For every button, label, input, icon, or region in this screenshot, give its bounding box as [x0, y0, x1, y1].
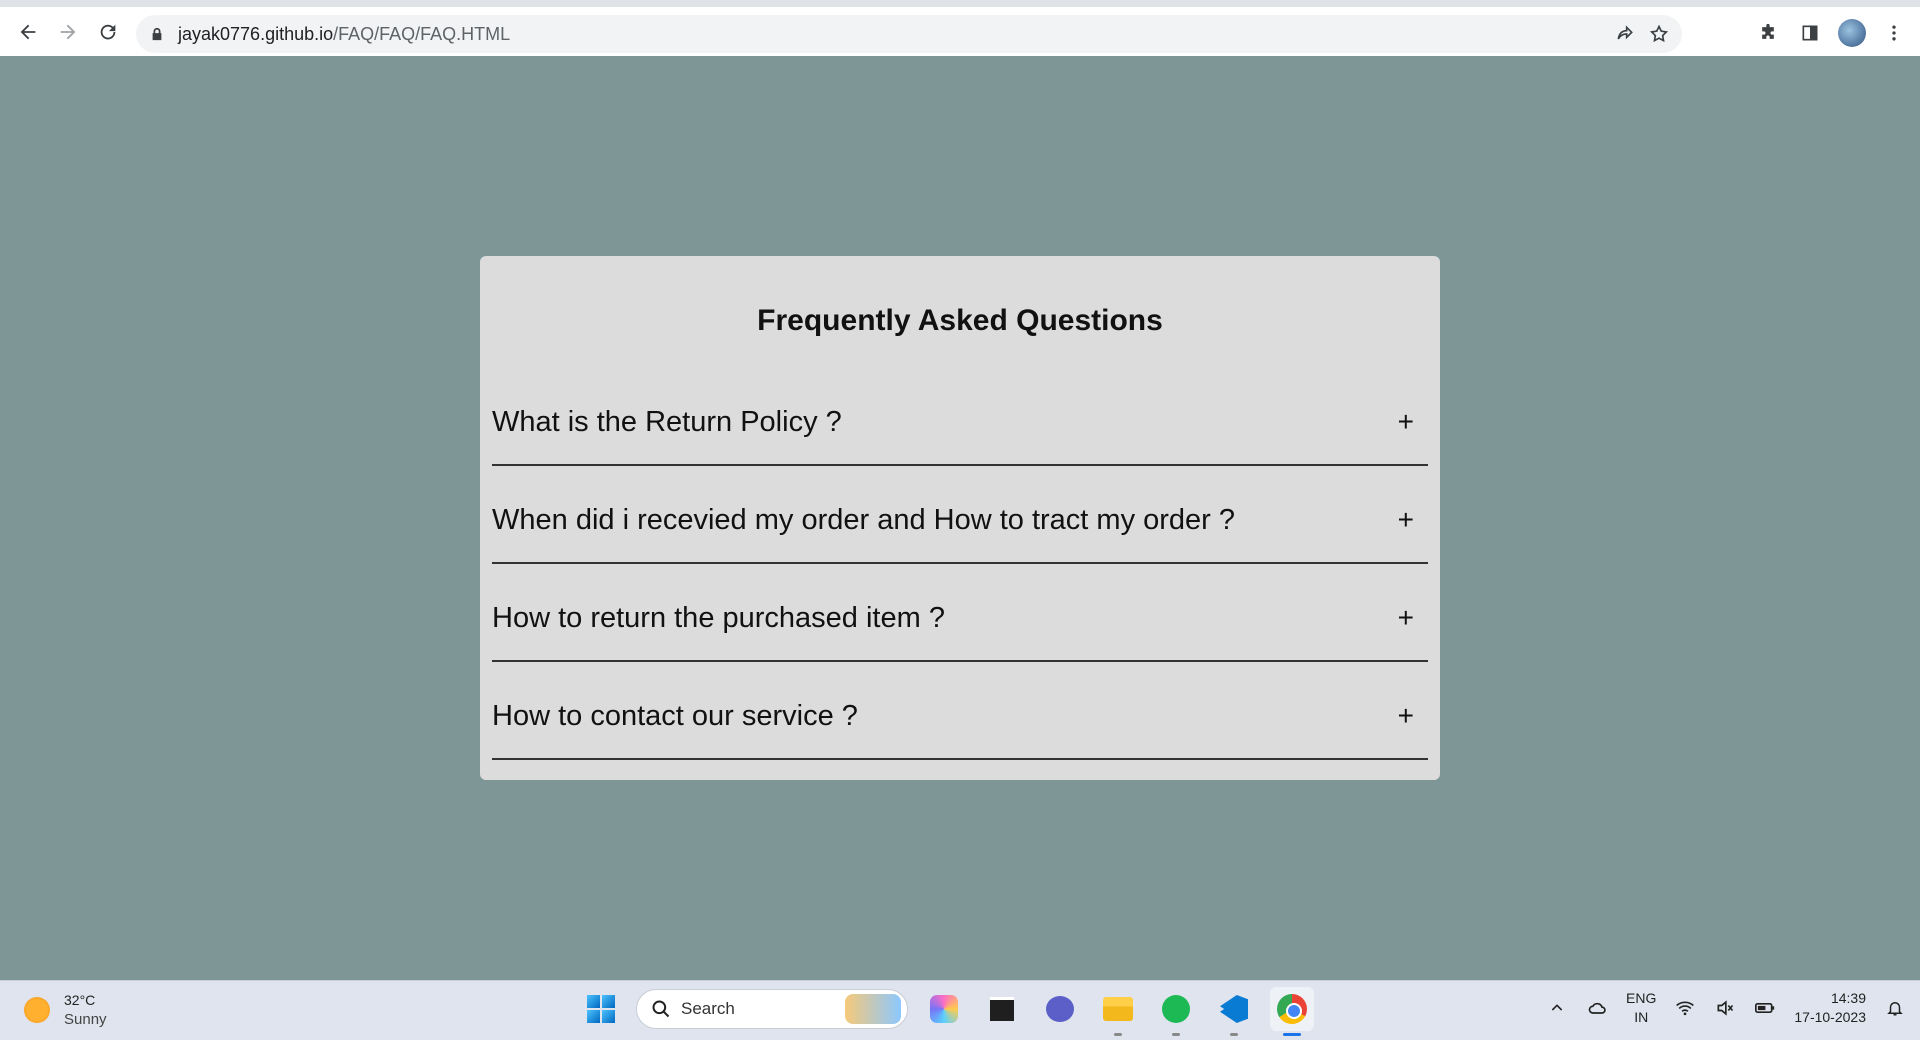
chrome-icon [1277, 994, 1307, 1024]
share-icon[interactable] [1612, 21, 1638, 47]
plus-icon[interactable]: + [1398, 504, 1414, 536]
volume-muted-icon[interactable] [1714, 997, 1736, 1019]
windows-start-icon[interactable] [580, 988, 622, 1030]
language-line1: ENG [1626, 990, 1657, 1006]
terminal-app[interactable] [980, 987, 1024, 1031]
taskbar-search[interactable]: Search [636, 989, 908, 1029]
menu-kebab-icon[interactable] [1876, 15, 1912, 51]
url-host: jayak0776.github.io [178, 23, 334, 44]
system-clock[interactable]: 14:39 17-10-2023 [1794, 989, 1866, 1027]
search-highlight-image [845, 994, 901, 1024]
sun-icon [24, 997, 50, 1023]
teams-icon [1046, 996, 1074, 1022]
faq-question: When did i recevied my order and How to … [492, 503, 1236, 536]
weather-condition: Sunny [64, 1011, 107, 1028]
wifi-icon[interactable] [1674, 997, 1696, 1019]
reload-button[interactable] [88, 12, 128, 52]
arrow-right-icon [60, 24, 76, 39]
chrome-app[interactable] [1270, 987, 1314, 1036]
weather-temp: 32°C [64, 992, 96, 1008]
spotify-icon [1162, 995, 1190, 1023]
plus-icon[interactable]: + [1398, 700, 1414, 732]
faq-question: How to contact our service ? [492, 699, 858, 732]
forward-button[interactable] [48, 12, 88, 52]
spotify-app[interactable] [1154, 987, 1198, 1036]
faq-item[interactable]: How to return the purchased item ? + [492, 564, 1428, 662]
address-bar[interactable]: jayak0776.github.io/FAQ/FAQ/FAQ.HTML [136, 15, 1682, 53]
lock-icon [152, 27, 162, 41]
faq-title: Frequently Asked Questions [757, 304, 1163, 337]
clock-time: 14:39 [1830, 990, 1866, 1006]
clock-date: 17-10-2023 [1794, 1009, 1866, 1025]
bookmark-star-icon[interactable] [1646, 21, 1672, 47]
back-button[interactable] [8, 12, 48, 52]
language-line2: IN [1634, 1009, 1649, 1025]
extensions-puzzle-icon[interactable] [1750, 15, 1786, 51]
copilot-icon [930, 995, 958, 1023]
avatar [1838, 19, 1866, 47]
profile-avatar[interactable] [1834, 15, 1870, 51]
network-cloud-icon[interactable] [1586, 997, 1608, 1019]
faq-item[interactable]: When did i recevied my order and How to … [492, 466, 1428, 564]
side-panel-icon[interactable] [1792, 15, 1828, 51]
faq-question: How to return the purchased item ? [492, 601, 945, 634]
plus-icon[interactable]: + [1398, 602, 1414, 634]
file-explorer-app[interactable] [1096, 987, 1140, 1036]
folder-icon [1103, 997, 1133, 1021]
battery-icon[interactable] [1754, 997, 1776, 1019]
search-label: Search [681, 999, 735, 1018]
weather-widget[interactable]: 32°C Sunny [24, 991, 107, 1029]
url-path: /FAQ/FAQ/FAQ.HTML [333, 23, 511, 44]
copilot-app[interactable] [922, 987, 966, 1031]
chevron-up-icon[interactable] [1546, 997, 1568, 1019]
taskbar: 32°C Sunny Search ENG IN 14:39 17-10-202… [0, 980, 1920, 1040]
arrow-left-icon [20, 24, 36, 39]
notification-bell-icon[interactable] [1884, 997, 1906, 1019]
teams-app[interactable] [1038, 987, 1082, 1031]
faq-item[interactable]: What is the Return Policy ? + [492, 368, 1428, 466]
reload-icon [100, 24, 116, 39]
terminal-icon [990, 997, 1014, 1021]
language-indicator[interactable]: ENG IN [1626, 989, 1656, 1027]
browser-toolbar: jayak0776.github.io/FAQ/FAQ/FAQ.HTML [0, 0, 1920, 56]
faq-question: What is the Return Policy ? [492, 405, 842, 438]
plus-icon[interactable]: + [1398, 406, 1414, 438]
search-icon [652, 1000, 670, 1018]
vscode-icon [1220, 995, 1248, 1023]
faq-item[interactable]: How to contact our service ? + [492, 662, 1428, 760]
faq-container: Frequently Asked Questions What is the R… [480, 256, 1440, 780]
vscode-app[interactable] [1212, 987, 1256, 1036]
